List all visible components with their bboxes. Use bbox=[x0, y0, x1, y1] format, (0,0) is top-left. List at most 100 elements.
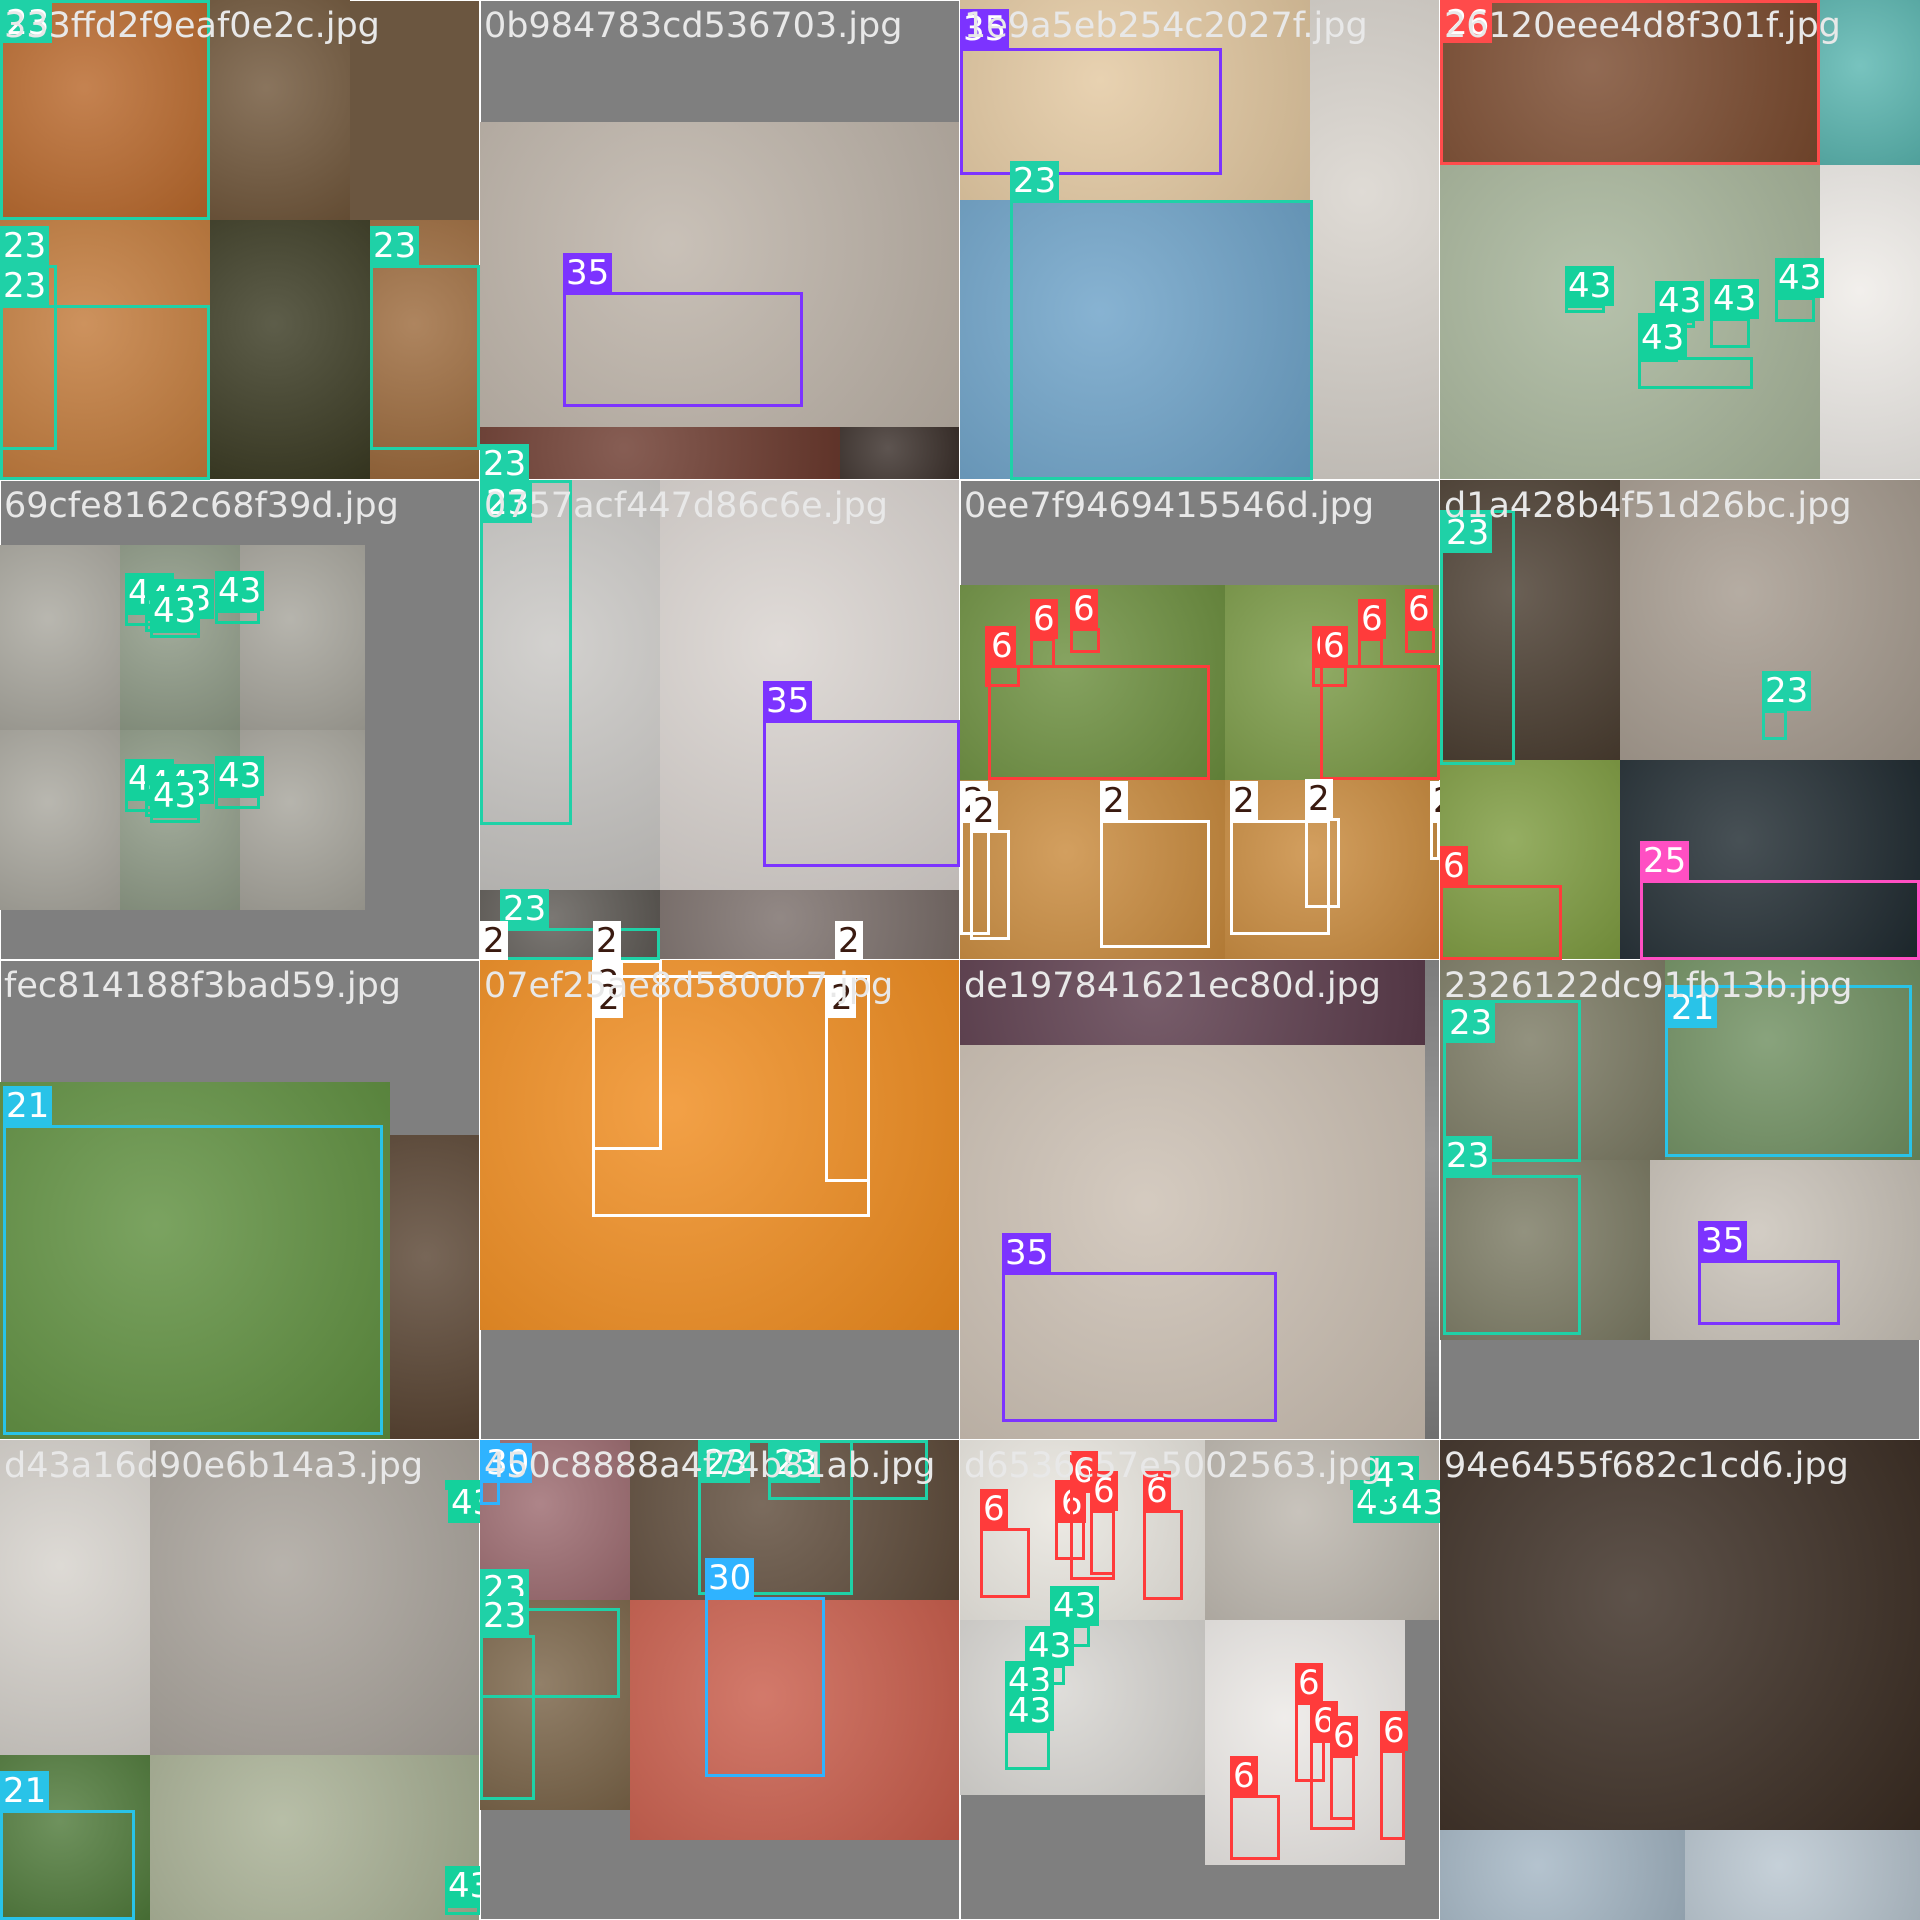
bounding-box: 43 bbox=[1775, 258, 1825, 322]
class-label: 23 bbox=[0, 266, 50, 306]
bounding-box: 35 bbox=[1698, 1221, 1840, 1325]
class-label: 43 bbox=[1565, 266, 1615, 306]
mosaic-tile: d43a16d90e6b14a3.jpg 43 21 43 bbox=[0, 1439, 481, 1920]
class-label: 43 bbox=[150, 591, 200, 631]
photo-patch bbox=[150, 1755, 480, 1920]
filename-label: fec814188f3bad59.jpg bbox=[4, 966, 401, 1006]
filename-label: 0b984783cd536703.jpg bbox=[484, 6, 903, 46]
class-label: 6 bbox=[1405, 589, 1433, 629]
filename-label: 0ee7f9469415546d.jpg bbox=[964, 486, 1375, 526]
mosaic-tile: fec814188f3bad59.jpg 21 bbox=[0, 959, 481, 1441]
bounding-box: 23 bbox=[480, 1596, 535, 1800]
bounding-box: 2 bbox=[1305, 779, 1340, 908]
mosaic-tile: 450c8888a4f74b81ab.jpg 30 23 23 30 23 23 bbox=[479, 1439, 961, 1920]
class-label: 23 bbox=[1446, 1003, 1496, 1043]
bounding-box: 6 bbox=[1090, 1471, 1118, 1575]
bounding-box: 21 bbox=[3, 1086, 383, 1435]
bounding-box: 2 bbox=[1430, 781, 1440, 860]
bounding-box: 23 bbox=[480, 480, 572, 825]
class-label: 23 bbox=[480, 444, 530, 480]
photo-patch bbox=[480, 427, 840, 480]
photo-patch bbox=[150, 1440, 480, 1755]
class-label: 6 bbox=[1380, 1711, 1408, 1751]
bounding-box: 6 bbox=[1143, 1471, 1183, 1600]
bounding-box: 43 bbox=[1565, 266, 1615, 313]
mosaic-tile: d6536c57e5002563.jpg 6 6 6 6 6 43 43 43 43 43 43 43 6… bbox=[959, 1439, 1441, 1920]
mosaic-tile: 07ef25ae8d5800b7.jpg222 bbox=[479, 959, 961, 1441]
class-label: 43 bbox=[1398, 1483, 1440, 1523]
bounding-box: 23 bbox=[370, 226, 480, 450]
filename-label: 1e9a5eb254c2027f.jpg bbox=[964, 6, 1368, 46]
bounding-box: 43 bbox=[215, 571, 265, 624]
bounding-box: 43 bbox=[1395, 1480, 1440, 1523]
class-label: 43 bbox=[215, 571, 265, 611]
filename-label: de197841621ec80d.jpg bbox=[964, 966, 1381, 1006]
class-label: 25 bbox=[1640, 841, 1690, 881]
bounding-box: 43 bbox=[1370, 1456, 1420, 1505]
bounding-box: 6 bbox=[1440, 846, 1562, 960]
bounding-box: 30 bbox=[705, 1558, 825, 1777]
photo-patch bbox=[1310, 0, 1440, 480]
filename-label: d6536c57e5002563.jpg bbox=[964, 1446, 1382, 1486]
bounding-box: 35 bbox=[563, 253, 803, 407]
filename-label: 2326122dc91fb13b.jpg bbox=[1444, 966, 1853, 1006]
mosaic-grid: 333ffd2f9eaf0e2c.jpg 23 23 23 23 0b984783cd53… bbox=[0, 0, 1920, 1920]
mosaic-tile: 0ee7f9469415546d.jpg66666666222222 bbox=[959, 479, 1441, 961]
class-label: 23 bbox=[1010, 161, 1060, 201]
class-label: 43 bbox=[1638, 318, 1688, 358]
class-label: 21 bbox=[3, 1086, 53, 1126]
mosaic-tile: d1a428b4f51d26bc.jpg 23 23 6 25 bbox=[1439, 479, 1920, 961]
bounding-box: 6 bbox=[1030, 599, 1058, 668]
bounding-box: 43 bbox=[215, 756, 265, 809]
photo-patch bbox=[0, 545, 120, 730]
bounding-box: 23 bbox=[1762, 671, 1812, 740]
class-label: 2 bbox=[480, 921, 508, 960]
bounding-box: 6 bbox=[1405, 589, 1435, 653]
bounding-box: 6 bbox=[1230, 1756, 1280, 1860]
filename-label: d1a428b4f51d26bc.jpg bbox=[1444, 486, 1852, 526]
class-label: 43 bbox=[215, 756, 265, 796]
photo-patch bbox=[660, 890, 960, 960]
class-label: 2 bbox=[835, 921, 863, 960]
mosaic-tile: 0757acf447d86c6e.jpg 23 35 23 2 2 2 bbox=[479, 479, 961, 961]
photo-patch bbox=[0, 730, 120, 910]
class-label: 6 bbox=[1295, 1663, 1323, 1703]
class-label: 23 bbox=[370, 226, 420, 266]
mosaic-tile: de197841621ec80d.jpg 35 bbox=[959, 959, 1441, 1441]
photo-patch bbox=[1685, 1830, 1920, 1920]
bounding-box: 6 bbox=[1380, 1711, 1408, 1840]
mosaic-tile: 94e6455f682c1cd6.jpg bbox=[1439, 1439, 1920, 1920]
mosaic-tile: 0b984783cd536703.jpg 35 23 bbox=[479, 0, 961, 481]
class-label: 6 bbox=[988, 626, 1016, 666]
filename-label: 07ef25ae8d5800b7.jpg bbox=[484, 966, 894, 1006]
class-label: 23 bbox=[1762, 671, 1812, 711]
class-label: 6 bbox=[1440, 846, 1468, 886]
bounding-box: 21 bbox=[1665, 985, 1912, 1157]
class-label: 2 bbox=[1430, 781, 1440, 821]
bounding-box: 2 bbox=[970, 791, 1010, 940]
bounding-box: 23 bbox=[500, 889, 660, 960]
photo-patch bbox=[210, 220, 370, 480]
class-label: 30 bbox=[705, 1558, 755, 1598]
photo-patch bbox=[840, 427, 960, 480]
bounding-box: 43 bbox=[150, 591, 200, 638]
class-label: 43 bbox=[1005, 1691, 1055, 1731]
class-label: 2 bbox=[1305, 779, 1333, 819]
bounding-box: 2 bbox=[825, 975, 870, 1182]
bounding-box: 6 bbox=[988, 626, 1210, 780]
bounding-box: 23 bbox=[1440, 510, 1515, 765]
class-label: 6 bbox=[980, 1489, 1008, 1529]
class-label: 23 bbox=[480, 1596, 530, 1636]
mosaic-tile: 26120eee4d8f301f.jpg26434343434343 bbox=[1439, 0, 1920, 481]
bounding-box: 43 bbox=[1638, 318, 1753, 389]
class-label: 35 bbox=[1698, 1221, 1748, 1261]
class-label: 2 bbox=[1230, 781, 1258, 821]
mosaic-tile: 69cfe8162c68f39d.jpg43434343434343434343 bbox=[0, 479, 481, 961]
bounding-box: 2 bbox=[1100, 781, 1210, 948]
bounding-box: 23 bbox=[1443, 1136, 1581, 1335]
bounding-box: 6 bbox=[980, 1489, 1030, 1598]
class-label: 21 bbox=[0, 1771, 50, 1811]
mosaic-tile: 333ffd2f9eaf0e2c.jpg 23 23 23 23 bbox=[0, 0, 481, 481]
bounding-box: 35 bbox=[763, 681, 960, 867]
filename-label: 333ffd2f9eaf0e2c.jpg bbox=[4, 6, 380, 46]
